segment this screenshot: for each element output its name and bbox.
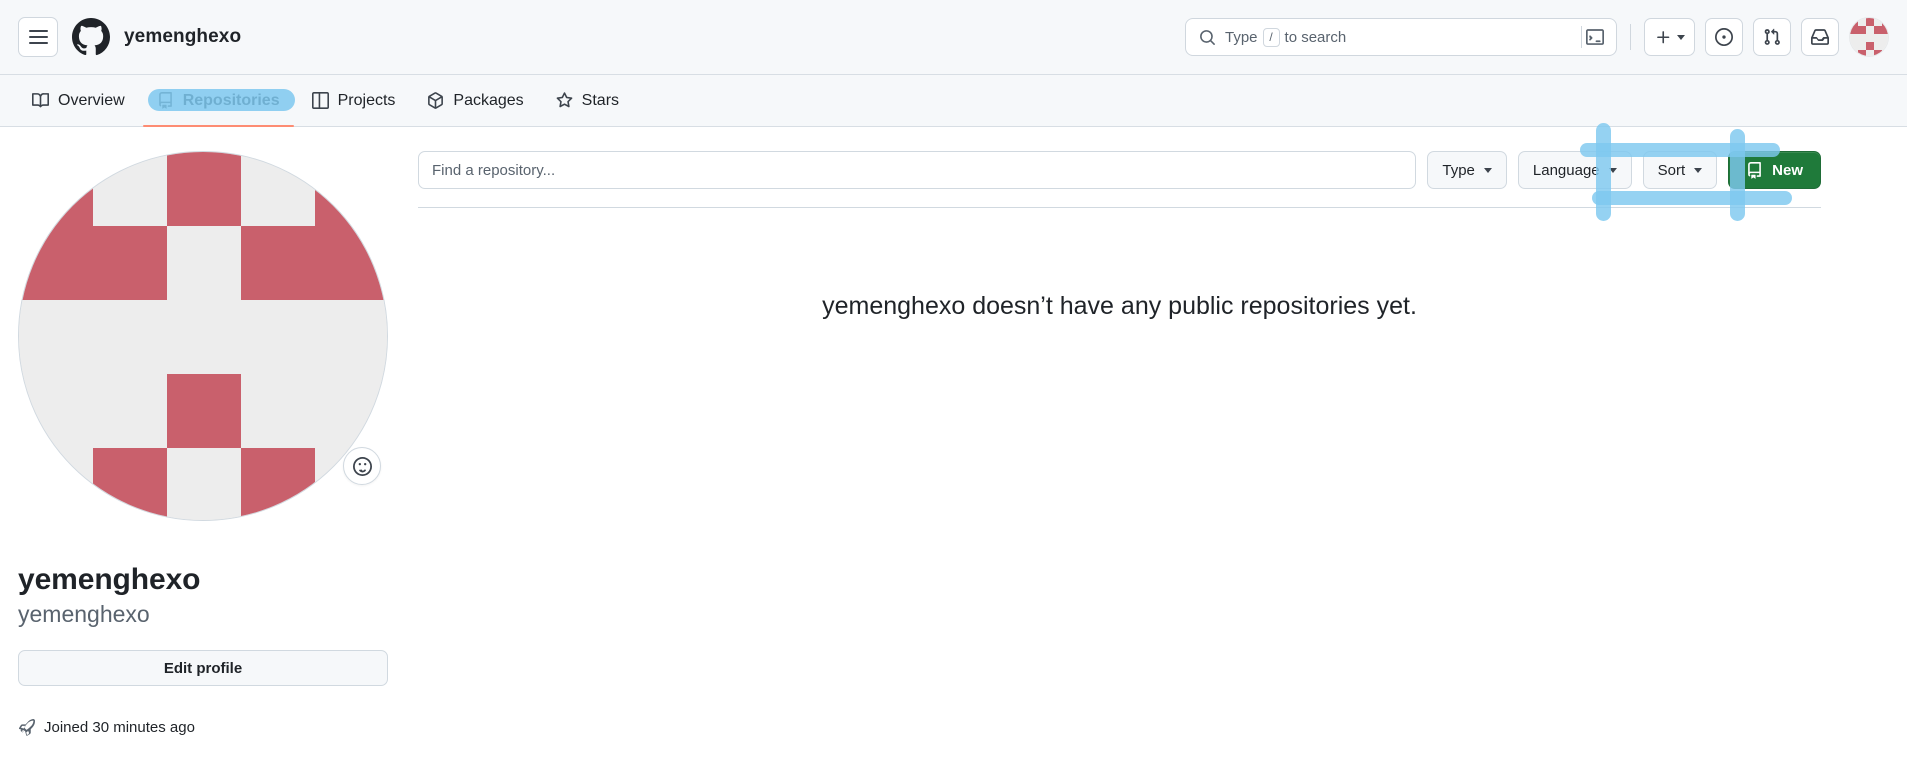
- profile-avatar[interactable]: [18, 151, 388, 521]
- owner-name[interactable]: yemenghexo: [124, 26, 241, 48]
- repository-toolbar: Type Language Sort New: [418, 151, 1821, 208]
- project-icon: [312, 92, 329, 109]
- joined-date-row: Joined 30 minutes ago: [18, 719, 388, 736]
- chevron-down-icon: [1694, 168, 1702, 173]
- type-filter-label: Type: [1442, 162, 1475, 179]
- search-placeholder-prefix: Type: [1225, 29, 1258, 46]
- type-filter[interactable]: Type: [1427, 151, 1507, 189]
- tab-stars[interactable]: Stars: [542, 75, 633, 126]
- sort-filter-label: Sort: [1658, 162, 1686, 179]
- search-icon: [1199, 29, 1216, 46]
- joined-text: Joined 30 minutes ago: [44, 719, 195, 736]
- issues-link[interactable]: [1705, 18, 1743, 56]
- create-new-menu[interactable]: [1644, 18, 1695, 56]
- hamburger-menu-icon[interactable]: [18, 17, 58, 57]
- git-pull-request-icon: [1763, 28, 1781, 46]
- header-left-group: yemenghexo: [18, 17, 241, 57]
- sort-filter[interactable]: Sort: [1643, 151, 1718, 189]
- plus-icon: [1655, 29, 1672, 46]
- tab-label: Projects: [338, 93, 396, 109]
- repo-icon: [1746, 162, 1763, 179]
- notifications-inbox[interactable]: [1801, 18, 1839, 56]
- global-header: yemenghexo Type / to search: [0, 0, 1907, 75]
- identicon-large: [19, 152, 388, 521]
- user-avatar[interactable]: [1849, 17, 1889, 57]
- profile-name-block: yemenghexo yemenghexo: [18, 561, 388, 629]
- identicon-small: [1850, 18, 1889, 57]
- new-repository-label: New: [1772, 162, 1803, 179]
- language-filter[interactable]: Language: [1518, 151, 1632, 189]
- github-logo-icon[interactable]: [72, 18, 110, 56]
- issue-opened-icon: [1715, 28, 1733, 46]
- chevron-down-icon: [1609, 168, 1617, 173]
- tab-overview[interactable]: Overview: [18, 75, 139, 126]
- header-separator: [1630, 24, 1631, 50]
- empty-repositories-message: yemenghexo doesn’t have any public repos…: [418, 208, 1821, 321]
- search-placeholder-suffix: to search: [1285, 29, 1347, 46]
- profile-full-name: yemenghexo: [18, 561, 388, 599]
- package-icon: [427, 92, 444, 109]
- header-right-group: Type / to search: [1185, 17, 1889, 57]
- profile-page-body: yemenghexo yemenghexo Edit profile Joine…: [0, 127, 1907, 736]
- tab-label: Overview: [58, 93, 125, 109]
- edit-profile-button[interactable]: Edit profile: [18, 650, 388, 686]
- rocket-icon: [18, 719, 35, 736]
- chevron-down-icon: [1677, 35, 1685, 40]
- profile-avatar-wrapper: [18, 151, 388, 521]
- tab-projects[interactable]: Projects: [298, 75, 410, 126]
- global-search-input[interactable]: Type / to search: [1185, 18, 1617, 56]
- repo-icon: [157, 92, 174, 109]
- tab-label: Repositories: [183, 93, 280, 109]
- tab-label: Packages: [453, 93, 523, 109]
- pull-requests-link[interactable]: [1753, 18, 1791, 56]
- star-icon: [556, 92, 573, 109]
- set-status-button[interactable]: [343, 447, 381, 485]
- search-placeholder-text: Type / to search: [1225, 28, 1577, 47]
- search-slash-key: /: [1263, 28, 1280, 47]
- tab-repositories[interactable]: Repositories: [143, 75, 294, 126]
- new-repository-button[interactable]: New: [1728, 151, 1821, 189]
- terminal-icon[interactable]: [1584, 28, 1606, 46]
- profile-sidebar: yemenghexo yemenghexo Edit profile Joine…: [18, 151, 388, 736]
- inbox-icon: [1811, 28, 1829, 46]
- chevron-down-icon: [1484, 168, 1492, 173]
- find-repository-input[interactable]: [418, 151, 1416, 189]
- tab-packages[interactable]: Packages: [413, 75, 537, 126]
- search-divider: [1581, 26, 1582, 48]
- book-icon: [32, 92, 49, 109]
- language-filter-label: Language: [1533, 162, 1600, 179]
- profile-tab-bar: Overview Repositories Projects Packages …: [0, 75, 1907, 127]
- profile-login: yemenghexo: [18, 600, 388, 630]
- smiley-icon: [353, 457, 372, 476]
- repositories-panel: Type Language Sort New yemenghexo doesn’…: [418, 151, 1889, 736]
- tab-label: Stars: [582, 93, 619, 109]
